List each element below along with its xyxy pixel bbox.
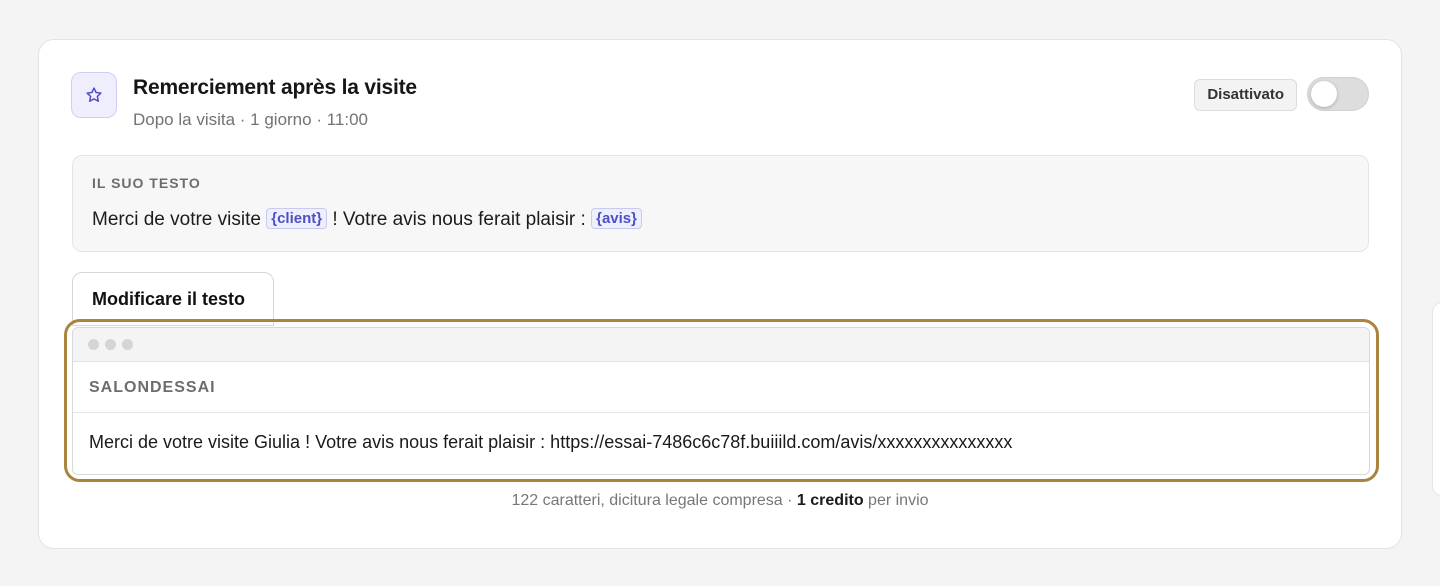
sms-preview: SALONDESSAI Merci de votre visite Giulia… [72,327,1370,475]
toggle-knob [1311,81,1337,107]
template-text-part: ! Votre avis nous ferait plaisir : [327,209,592,230]
character-count-note: 122 caratteri, dicitura legale compresa … [39,492,1401,510]
preview-window-bar [73,328,1369,362]
window-dot-icon [88,339,99,350]
preview-sender: SALONDESSAI [73,362,1369,413]
window-dot-icon [105,339,116,350]
credit-count: 1 credito [796,492,864,509]
footer-text: per invio [863,492,929,509]
template-text-part: Merci de votre visite [92,209,267,230]
activation-toggle[interactable] [1307,77,1369,111]
template-text: Merci de votre visite {client} ! Votre a… [92,208,642,231]
preview-highlight-frame: SALONDESSAI Merci de votre visite Giulia… [64,319,1379,482]
window-dot-icon [122,339,133,350]
side-panel-edge [1432,302,1440,496]
footer-text: 122 caratteri, dicitura legale compresa … [511,492,797,509]
variable-chip-avis: {avis} [591,208,642,229]
card-header: Remerciement après la visite Dopo la vis… [71,72,1369,132]
variable-chip-client: {client} [266,208,328,229]
star-icon-svg [86,87,102,102]
message-card: Remerciement après la visite Dopo la vis… [38,39,1402,549]
card-title: Remerciement après la visite [133,76,417,99]
template-text-label: IL SUO TESTO [92,175,201,191]
template-text-box: IL SUO TESTO Merci de votre visite {clie… [72,155,1369,252]
card-subtitle: Dopo la visita · 1 giorno · 11:00 [133,110,368,129]
edit-text-button[interactable]: Modificare il testo [72,272,274,326]
star-icon [71,72,117,118]
preview-message: Merci de votre visite Giulia ! Votre avi… [89,432,1013,452]
status-badge: Disattivato [1194,79,1297,111]
